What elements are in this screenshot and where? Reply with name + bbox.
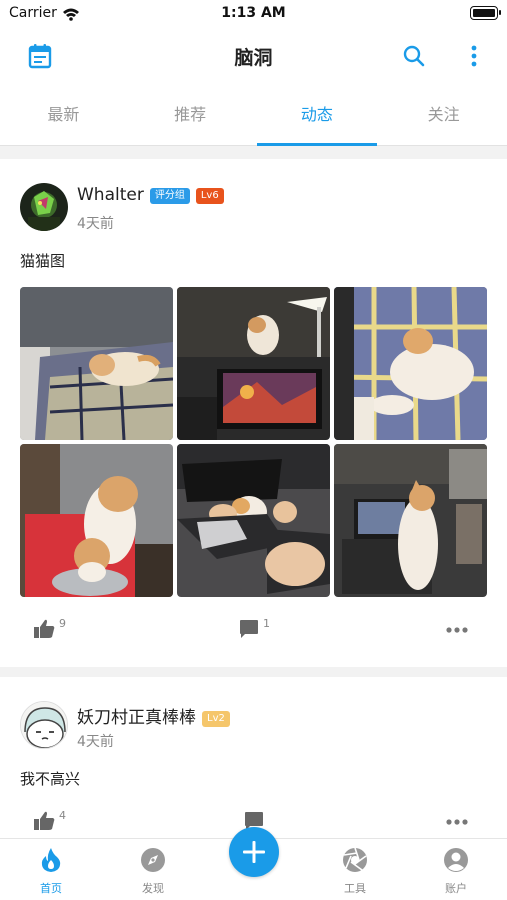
- comment-button[interactable]: 1: [239, 617, 270, 639]
- post-photo[interactable]: [20, 444, 173, 597]
- tab-discover-label: 发现: [142, 882, 164, 895]
- status-time: 1:13 AM: [221, 5, 286, 21]
- tab-activity[interactable]: 动态: [254, 84, 381, 146]
- post-actions: 9 1: [20, 597, 487, 667]
- tab-account-label: 账户: [445, 882, 467, 895]
- comment-count: 1: [263, 617, 270, 630]
- search-icon[interactable]: [396, 38, 432, 74]
- bottom-tab-bar: 首页 发现 工具 账户: [0, 827, 507, 900]
- like-button[interactable]: 4: [33, 809, 66, 831]
- tab-recommended[interactable]: 推荐: [127, 84, 254, 145]
- avatar[interactable]: [20, 183, 68, 231]
- comment-icon: [240, 620, 258, 638]
- tab-home-label: 首页: [40, 882, 62, 895]
- tab-account[interactable]: 账户: [426, 847, 486, 896]
- post-author[interactable]: 妖刀村正真棒棒 Lv2: [77, 703, 230, 728]
- aperture-icon: [343, 847, 367, 872]
- author-name: Whalter: [77, 185, 144, 205]
- post-photo[interactable]: [20, 287, 173, 440]
- flame-icon: [41, 848, 61, 872]
- battery-icon: [470, 6, 501, 20]
- post-photo[interactable]: [177, 287, 330, 440]
- more-options-icon[interactable]: [446, 627, 468, 633]
- post-text: 我不高兴: [20, 770, 81, 788]
- tab-following[interactable]: 关注: [380, 84, 507, 145]
- plus-icon: [243, 841, 265, 863]
- thumbs-up-icon: [34, 619, 55, 638]
- post-card[interactable]: Whalter 评分组 Lv6 4天前 猫猫图 9 1: [0, 159, 507, 667]
- tab-tools[interactable]: 工具: [325, 847, 385, 896]
- photo-grid: [20, 287, 487, 597]
- more-options-icon[interactable]: [446, 819, 468, 825]
- tab-tools-label: 工具: [344, 882, 366, 895]
- create-post-button[interactable]: [229, 827, 279, 877]
- status-bar: Carrier 1:13 AM: [0, 0, 507, 28]
- post-timestamp: 4天前: [77, 216, 114, 232]
- tab-home[interactable]: 首页: [21, 847, 81, 896]
- post-photo[interactable]: [177, 444, 330, 597]
- post-timestamp: 4天前: [77, 734, 114, 750]
- like-count: 9: [59, 617, 66, 630]
- tab-discover[interactable]: 发现: [123, 847, 183, 896]
- tab-latest[interactable]: 最新: [0, 84, 127, 145]
- category-tabs: 最新 推荐 动态 关注: [0, 84, 507, 146]
- like-button[interactable]: 9: [33, 617, 66, 639]
- thumbs-up-icon: [34, 811, 55, 830]
- post-author[interactable]: Whalter 评分组 Lv6: [77, 185, 224, 205]
- feed: Whalter 评分组 Lv6 4天前 猫猫图 9 1 妖刀村正真棒棒 Lv2 …: [0, 159, 507, 855]
- role-badge: 评分组: [149, 188, 190, 204]
- account-icon: [444, 848, 468, 872]
- level-badge: Lv2: [202, 711, 230, 727]
- author-name: 妖刀村正真棒棒: [77, 708, 196, 728]
- avatar[interactable]: [20, 701, 68, 749]
- post-photo[interactable]: [334, 444, 487, 597]
- level-badge: Lv6: [195, 188, 224, 204]
- like-count: 4: [59, 809, 66, 822]
- more-vertical-icon[interactable]: [456, 38, 492, 74]
- post-photo[interactable]: [334, 287, 487, 440]
- nav-bar: 脑洞: [0, 28, 507, 84]
- compass-icon: [141, 848, 165, 872]
- post-text: 猫猫图: [20, 252, 66, 270]
